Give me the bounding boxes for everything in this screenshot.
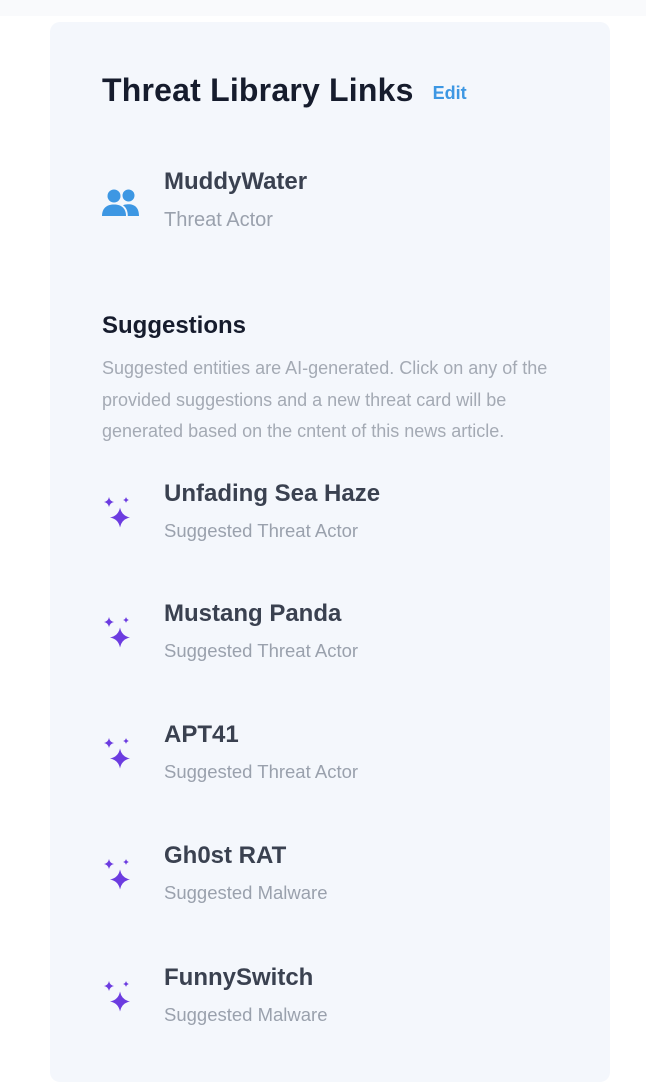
suggestion-name: FunnySwitch: [164, 964, 314, 991]
suggestion-item-apt41[interactable]: APT41 Suggested Threat Actor: [102, 721, 572, 789]
sparkles-icon: [104, 738, 130, 769]
suggestion-item-gh0st-rat[interactable]: Gh0st RAT Suggested Malware: [102, 842, 572, 910]
suggestion-name: Unfading Sea Haze: [164, 480, 381, 507]
suggestion-type: Suggested Malware: [164, 1004, 328, 1025]
suggestions-heading: Suggestions: [102, 312, 247, 339]
suggestion-item-unfading-sea-haze[interactable]: Unfading Sea Haze Suggested Threat Actor: [102, 480, 572, 548]
threat-library-links-panel: Threat Library Links Edit MuddyWater Thr…: [50, 22, 610, 1082]
sparkles-icon: [104, 497, 130, 528]
suggestion-type: Suggested Threat Actor: [164, 520, 359, 541]
top-divider: [0, 0, 646, 16]
suggestion-type: Suggested Threat Actor: [164, 640, 359, 661]
suggestion-type: Suggested Threat Actor: [164, 761, 359, 782]
suggestions-description: Suggested entities are AI-generated. Cli…: [102, 358, 548, 441]
panel-title: Threat Library Links: [102, 72, 414, 108]
users-icon: [102, 189, 139, 216]
linked-entity-muddywater[interactable]: MuddyWater Threat Actor: [102, 168, 572, 238]
suggestion-name: APT41: [164, 721, 239, 748]
suggestion-item-mustang-panda[interactable]: Mustang Panda Suggested Threat Actor: [102, 600, 572, 668]
suggestion-type: Suggested Malware: [164, 882, 328, 903]
edit-link[interactable]: Edit: [433, 83, 467, 104]
suggestion-name: Gh0st RAT: [164, 842, 287, 869]
sparkles-icon: [104, 859, 130, 890]
suggestion-name: Mustang Panda: [164, 600, 342, 627]
sparkles-icon: [104, 617, 130, 648]
suggestion-item-funnyswitch[interactable]: FunnySwitch Suggested Malware: [102, 964, 572, 1032]
entity-type: Threat Actor: [164, 209, 273, 231]
panel-header: Threat Library Links Edit: [102, 72, 467, 109]
sparkles-icon: [104, 981, 130, 1012]
entity-name: MuddyWater: [164, 168, 308, 195]
